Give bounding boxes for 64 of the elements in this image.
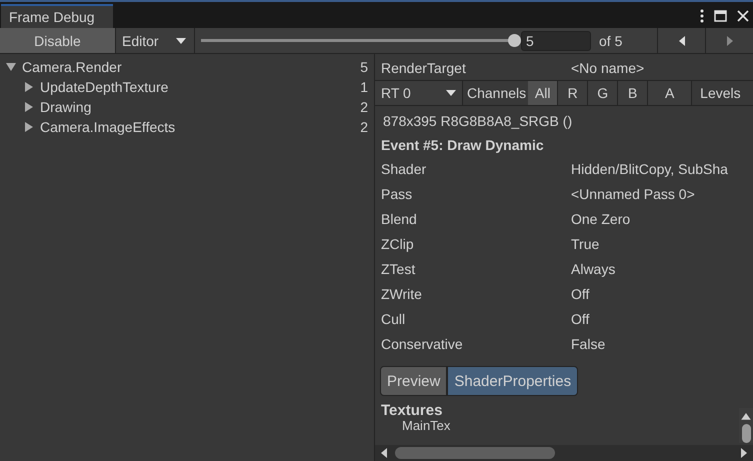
property-label: ZWrite — [381, 286, 423, 302]
left-arrow-icon[interactable] — [381, 448, 387, 458]
channel-toggle[interactable]: R — [558, 81, 588, 105]
property-value: Hidden/BlitCopy, SubSha — [571, 160, 728, 176]
caret-icon — [446, 90, 456, 96]
event-field[interactable]: 5 — [521, 30, 591, 50]
channel-toggle[interactable]: A — [648, 81, 692, 105]
property-value: One Zero — [571, 210, 630, 226]
channel-toggle[interactable]: G — [588, 81, 618, 105]
levels-label: Levels — [699, 85, 741, 101]
format-text: 878x395 R8G8B8A8_SRGB () — [382, 112, 574, 131]
tree-label: UpdateDepthTexture — [40, 79, 170, 95]
texture-name: MainTex — [401, 419, 452, 430]
tree-item[interactable]: Camera.Render 5 — [0, 57, 374, 77]
event-count: 5 — [360, 59, 368, 75]
horizontal-scrollbar[interactable] — [375, 445, 753, 461]
property-label: Shader — [381, 160, 428, 176]
property-value: Off — [571, 286, 590, 302]
window-tab[interactable]: Frame Debug — [1, 4, 113, 28]
property-label: ZClip — [381, 236, 415, 252]
tree-item[interactable]: Drawing 2 — [0, 97, 374, 117]
event-count: 1 — [360, 79, 368, 95]
expand-arrow-icon[interactable] — [24, 82, 34, 92]
channels-label: Channels — [466, 85, 528, 101]
event-count: 2 — [360, 119, 368, 135]
expand-arrow-icon[interactable] — [24, 102, 34, 112]
maximize-icon[interactable] — [714, 10, 727, 22]
event-total: of 5 — [599, 32, 624, 48]
tab[interactable]: Preview — [380, 366, 448, 396]
tree-label: Camera.ImageEffects — [40, 119, 176, 135]
event-count: 2 — [360, 99, 368, 115]
tab[interactable]: ShaderProperties — [447, 366, 578, 396]
property-label: RenderTarget — [381, 60, 467, 76]
property-value: <No name> — [571, 60, 644, 76]
property-label: ZTest — [381, 260, 416, 276]
tree-label: Drawing — [40, 99, 92, 115]
property-value: False — [571, 336, 606, 352]
close-icon[interactable] — [737, 10, 749, 22]
tree-item[interactable]: UpdateDepthTexture 1 — [0, 77, 374, 97]
property-label: Pass — [381, 186, 414, 202]
up-arrow-icon[interactable] — [741, 413, 751, 420]
tree-label: Camera.Render — [22, 59, 123, 75]
property-label: Blend — [381, 210, 418, 226]
property-label: Cull — [381, 310, 406, 326]
vertical-scrollbar[interactable] — [739, 408, 753, 443]
property-value: <Unnamed Pass 0> — [571, 186, 695, 202]
property-value: True — [571, 236, 600, 252]
right-arrow-icon — [726, 36, 732, 46]
event-title: Event #5: Draw Dynamic — [380, 136, 545, 155]
property-value: Always — [571, 260, 616, 276]
more-icon[interactable] — [700, 9, 704, 23]
caret-icon — [176, 38, 186, 44]
channel-toggle[interactable]: All — [528, 81, 558, 105]
channel-toggle[interactable]: B — [618, 81, 648, 105]
right-arrow-icon[interactable] — [741, 448, 747, 458]
property-label: Conservative — [381, 336, 464, 352]
property-value: Off — [571, 310, 590, 326]
section-title: Textures — [380, 402, 442, 419]
tree-item[interactable]: Camera.ImageEffects 2 — [0, 117, 374, 137]
render-target-dropdown[interactable]: RT 0 — [375, 81, 463, 105]
left-arrow-icon — [678, 36, 684, 46]
disable-button[interactable]: Disable — [0, 28, 116, 53]
expand-arrow-icon[interactable] — [24, 122, 34, 132]
expand-arrow-icon[interactable] — [6, 62, 16, 72]
